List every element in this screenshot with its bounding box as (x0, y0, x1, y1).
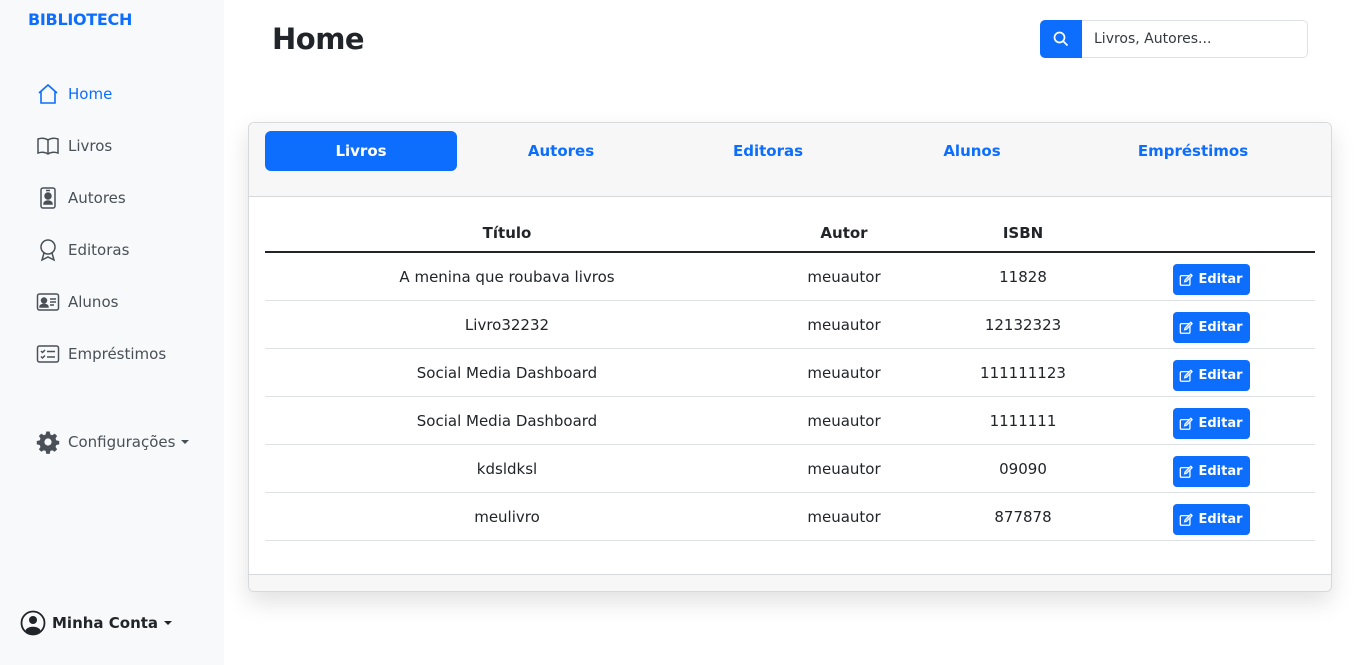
cell-titulo: Social Media Dashboard (416, 363, 598, 382)
checklist-icon (36, 342, 60, 366)
pencil-square-icon (1180, 512, 1194, 526)
cell-actions: Editar (1107, 258, 1315, 295)
pencil-square-icon (1180, 464, 1194, 478)
account-dropdown[interactable]: Minha Conta (20, 610, 173, 636)
edit-button[interactable]: Editar (1172, 456, 1250, 487)
edit-button[interactable]: Editar (1172, 312, 1250, 343)
cell-titulo: kdsldksl (476, 459, 538, 478)
sidebar-item-label: Editoras (68, 241, 130, 259)
table-row: Social Media Dashboard meuautor 1111111 Edi… (265, 397, 1315, 445)
search-button[interactable] (1040, 20, 1082, 58)
tab-editoras[interactable]: Editoras (672, 131, 864, 171)
config-label: Configurações (68, 433, 176, 451)
page-title: Home (272, 22, 365, 56)
cell-titulo: Social Media Dashboard (416, 411, 598, 430)
cell-actions: Editar (1107, 450, 1315, 487)
card-footer (249, 574, 1331, 591)
table-row: Social Media Dashboard meuautor 111111123 E… (265, 349, 1315, 397)
sidebar-item-livros[interactable]: Livros (36, 120, 166, 172)
cell-actions: Editar (1107, 306, 1315, 343)
books-table: Título Autor ISBN A menina que roubava l… (265, 215, 1315, 541)
cell-autor: meuautor (807, 459, 881, 478)
cell-autor: meuautor (807, 267, 881, 286)
table-body: A menina que roubava livros meuautor 11828… (265, 253, 1315, 541)
sidebar-item-label: Home (68, 85, 113, 103)
person-vcard-icon (36, 290, 60, 314)
award-icon (36, 238, 60, 262)
tab-emprestimos[interactable]: Empréstimos (1081, 131, 1305, 171)
pencil-square-icon (1180, 416, 1194, 430)
cell-titulo: A menina que roubava livros (399, 267, 615, 286)
config-dropdown[interactable]: Configurações (36, 430, 190, 454)
sidebar-item-label: Alunos (68, 293, 119, 311)
gear-icon (36, 430, 60, 454)
cell-titulo: meulivro (474, 507, 540, 526)
edit-button[interactable]: Editar (1172, 360, 1250, 391)
book-icon (36, 134, 60, 158)
edit-button-label: Editar (1198, 272, 1243, 287)
pencil-square-icon (1180, 320, 1194, 334)
cell-isbn: 111111123 (980, 363, 1066, 382)
sidebar-item-alunos[interactable]: Alunos (36, 276, 166, 328)
sidebar-item-label: Autores (68, 189, 126, 207)
table-row: kdsldksl meuautor 09090 Editar (265, 445, 1315, 493)
edit-button-label: Editar (1198, 320, 1243, 335)
pencil-square-icon (1180, 368, 1194, 382)
brand-logo[interactable]: BIBLIOTECH (28, 10, 132, 29)
caret-down-icon (164, 621, 173, 625)
cell-autor: meuautor (807, 315, 881, 334)
column-header-isbn: ISBN (1002, 224, 1044, 242)
cell-isbn: 12132323 (984, 315, 1062, 334)
table-row: A menina que roubava livros meuautor 11828… (265, 253, 1315, 301)
sidebar-item-home[interactable]: Home (36, 68, 166, 120)
cell-isbn: 877878 (994, 507, 1052, 526)
cell-titulo: Livro32232 (464, 315, 550, 334)
table-row: meulivro meuautor 877878 Editar (265, 493, 1315, 541)
cell-isbn: 11828 (999, 267, 1047, 286)
column-header-autor: Autor (820, 224, 868, 242)
sidebar-item-autores[interactable]: Autores (36, 172, 166, 224)
edit-button-label: Editar (1198, 464, 1243, 479)
cell-autor: meuautor (807, 411, 881, 430)
search-input[interactable] (1082, 20, 1308, 58)
cell-actions: Editar (1107, 402, 1315, 439)
table-header: Título Autor ISBN (265, 215, 1315, 253)
edit-button[interactable]: Editar (1172, 504, 1250, 535)
tab-alunos[interactable]: Alunos (876, 131, 1068, 171)
sidebar-item-editoras[interactable]: Editoras (36, 224, 166, 276)
cell-autor: meuautor (807, 507, 881, 526)
tab-livros[interactable]: Livros (265, 131, 457, 171)
table-row: Livro32232 meuautor 12132323 Editar (265, 301, 1315, 349)
caret-down-icon (181, 440, 190, 444)
books-card: Livros Autores Editoras Alunos Empréstim… (248, 122, 1332, 592)
home-icon (36, 82, 60, 106)
sidebar: BIBLIOTECH Home Livros Autores Editoras (0, 0, 224, 665)
edit-button-label: Editar (1198, 416, 1243, 431)
cell-isbn: 09090 (999, 459, 1047, 478)
sidebar-item-emprestimos[interactable]: Empréstimos (36, 328, 166, 380)
search-bar (1040, 20, 1308, 58)
pencil-square-icon (1180, 272, 1194, 286)
cell-isbn: 1111111 (989, 411, 1057, 430)
card-tabs: Livros Autores Editoras Alunos Empréstim… (249, 123, 1331, 197)
cell-actions: Editar (1107, 354, 1315, 391)
edit-button-label: Editar (1198, 368, 1243, 383)
edit-button-label: Editar (1198, 512, 1243, 527)
edit-button[interactable]: Editar (1172, 264, 1250, 295)
sidebar-nav: Home Livros Autores Editoras Alunos Empr… (36, 68, 166, 380)
person-badge-icon (36, 186, 60, 210)
sidebar-item-label: Livros (68, 137, 113, 155)
search-icon (1053, 31, 1069, 47)
cell-actions: Editar (1107, 498, 1315, 535)
edit-button[interactable]: Editar (1172, 408, 1250, 439)
account-label: Minha Conta (52, 614, 159, 632)
person-circle-icon (20, 610, 46, 636)
cell-autor: meuautor (807, 363, 881, 382)
tab-autores[interactable]: Autores (465, 131, 657, 171)
sidebar-item-label: Empréstimos (68, 345, 167, 363)
column-header-titulo: Título (482, 224, 532, 242)
